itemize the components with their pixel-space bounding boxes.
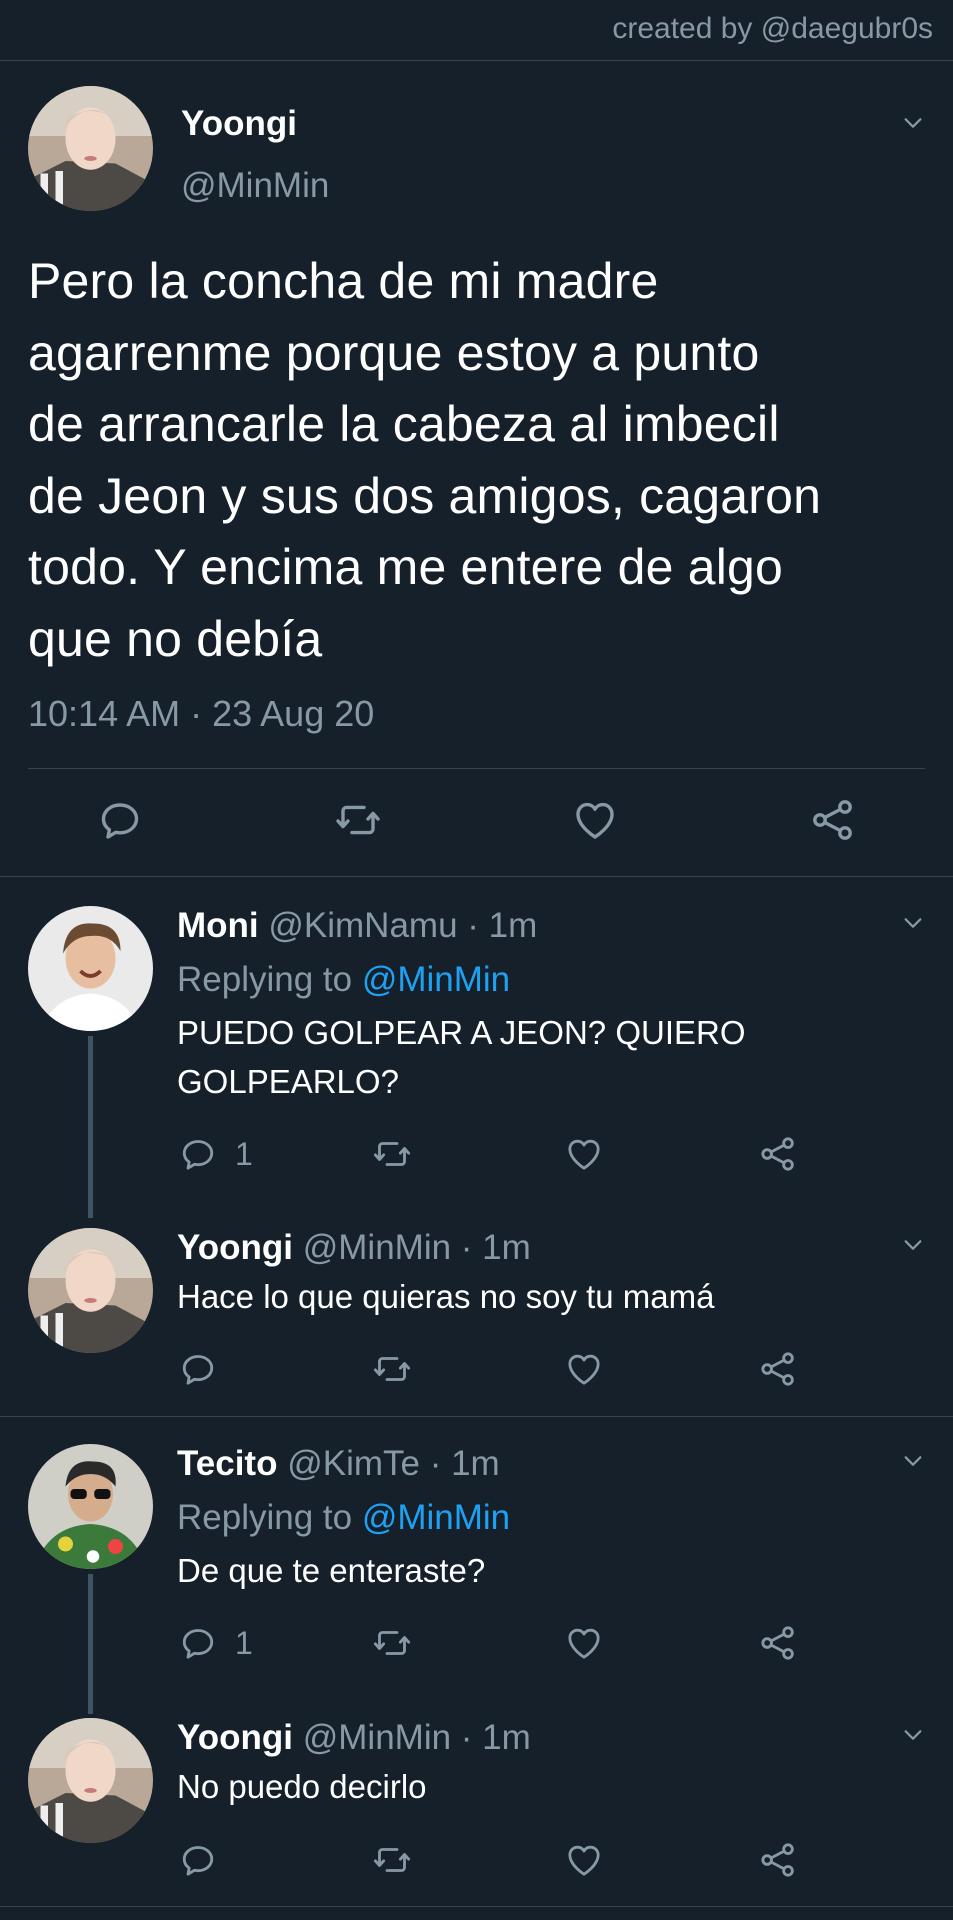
author-handle[interactable]: @MinMin — [181, 166, 329, 206]
reply-text-line: GOLPEARLO? — [177, 1063, 399, 1100]
share-icon[interactable] — [758, 1134, 798, 1174]
author-name[interactable]: Moni — [177, 906, 259, 945]
replying-prefix: Replying to — [177, 1498, 362, 1537]
avatar[interactable] — [28, 906, 153, 1031]
replying-to: Replying to @MinMin — [177, 960, 510, 1000]
avatar[interactable] — [28, 1718, 153, 1843]
author-name[interactable]: Yoongi — [177, 1718, 293, 1757]
replying-to: Replying to @MinMin — [177, 1498, 510, 1538]
author-handle[interactable]: @KimNamu · 1m — [268, 906, 537, 945]
tweet-text-line: agarrenme porque estoy a punto — [28, 324, 760, 381]
reply-header: Tecito @KimTe · 1m — [177, 1444, 500, 1484]
author-name[interactable]: Yoongi — [181, 104, 297, 144]
chevron-down-icon[interactable] — [902, 1234, 924, 1256]
reply-action-bar — [0, 1349, 953, 1389]
tweet-text-line: de Jeon y sus dos amigos, cagaron — [28, 467, 822, 524]
heart-icon[interactable] — [564, 1840, 604, 1880]
reply-icon[interactable] — [178, 1349, 218, 1389]
avatar[interactable] — [28, 86, 153, 211]
author-handle[interactable]: @MinMin · 1m — [303, 1718, 531, 1757]
share-icon[interactable] — [758, 1349, 798, 1389]
avatar[interactable] — [28, 1228, 153, 1353]
reply-text-line: PUEDO GOLPEAR A JEON? QUIERO — [177, 1014, 746, 1051]
reply-icon[interactable] — [96, 796, 144, 844]
chevron-down-icon[interactable] — [902, 112, 924, 134]
divider — [0, 876, 953, 877]
reply-text: Hace lo que quieras no soy tu mamá — [177, 1272, 907, 1321]
reply-count: 1 — [235, 1625, 253, 1661]
tweet-text-line: todo. Y encima me entere de algo — [28, 539, 784, 595]
reply-icon[interactable] — [178, 1134, 218, 1174]
divider — [0, 1416, 953, 1417]
reply-text-line: No puedo decirlo — [177, 1768, 427, 1805]
replying-prefix: Replying to — [177, 960, 362, 999]
author-handle[interactable]: @KimTe · 1m — [287, 1444, 500, 1483]
reply-header: Yoongi @MinMin · 1m — [177, 1228, 531, 1268]
replying-to-link[interactable]: @MinMin — [362, 960, 510, 999]
author-name[interactable]: Yoongi — [177, 1228, 293, 1267]
reply-text-line: Hace lo que quieras no soy tu mamá — [177, 1278, 715, 1315]
share-icon[interactable] — [758, 1623, 798, 1663]
reply-header: Yoongi @MinMin · 1m — [177, 1718, 531, 1758]
reply-action-bar: 1 — [0, 1134, 953, 1174]
thread-line — [88, 1036, 93, 1218]
replying-to-link[interactable]: @MinMin — [362, 1498, 510, 1537]
retweet-icon[interactable] — [334, 796, 382, 844]
reply-text: PUEDO GOLPEAR A JEON? QUIERO GOLPEARLO? — [177, 1008, 907, 1106]
share-icon[interactable] — [809, 796, 857, 844]
reply-text: De que te enteraste? — [177, 1546, 907, 1595]
author-name[interactable]: Tecito — [177, 1444, 277, 1483]
heart-icon[interactable] — [564, 1349, 604, 1389]
divider — [28, 768, 925, 769]
tweet-text-line: que no debía — [28, 610, 323, 667]
tweet-text-line: Pero la concha de mi madre — [28, 253, 659, 309]
retweet-icon[interactable] — [372, 1840, 412, 1880]
chevron-down-icon[interactable] — [902, 912, 924, 934]
reply-count: 1 — [235, 1136, 253, 1172]
divider — [0, 1906, 953, 1907]
reply-text: No puedo decirlo — [177, 1762, 907, 1811]
reply-header: Moni @KimNamu · 1m — [177, 906, 537, 946]
reply-icon[interactable] — [178, 1840, 218, 1880]
tweet-action-bar — [0, 796, 953, 846]
chevron-down-icon[interactable] — [902, 1724, 924, 1746]
heart-icon[interactable] — [571, 796, 619, 844]
reply-icon[interactable] — [178, 1623, 218, 1663]
share-icon[interactable] — [758, 1840, 798, 1880]
heart-icon[interactable] — [564, 1134, 604, 1174]
retweet-icon[interactable] — [372, 1349, 412, 1389]
avatar[interactable] — [28, 1444, 153, 1569]
reply-text-line: De que te enteraste? — [177, 1552, 486, 1589]
author-handle[interactable]: @MinMin · 1m — [303, 1228, 531, 1267]
retweet-icon[interactable] — [372, 1623, 412, 1663]
tweet-timestamp[interactable]: 10:14 AM · 23 Aug 20 — [28, 693, 374, 735]
tweet-text: Pero la concha de mi madre agarrenme por… — [28, 246, 933, 675]
reply-action-bar: 1 — [0, 1623, 953, 1663]
retweet-icon[interactable] — [372, 1134, 412, 1174]
credit-watermark: created by @daegubr0s — [612, 12, 933, 45]
tweet-text-line: de arrancarle la cabeza al imbecil — [28, 396, 780, 452]
heart-icon[interactable] — [564, 1623, 604, 1663]
chevron-down-icon[interactable] — [902, 1450, 924, 1472]
reply-action-bar — [0, 1840, 953, 1880]
top-divider — [0, 60, 953, 61]
